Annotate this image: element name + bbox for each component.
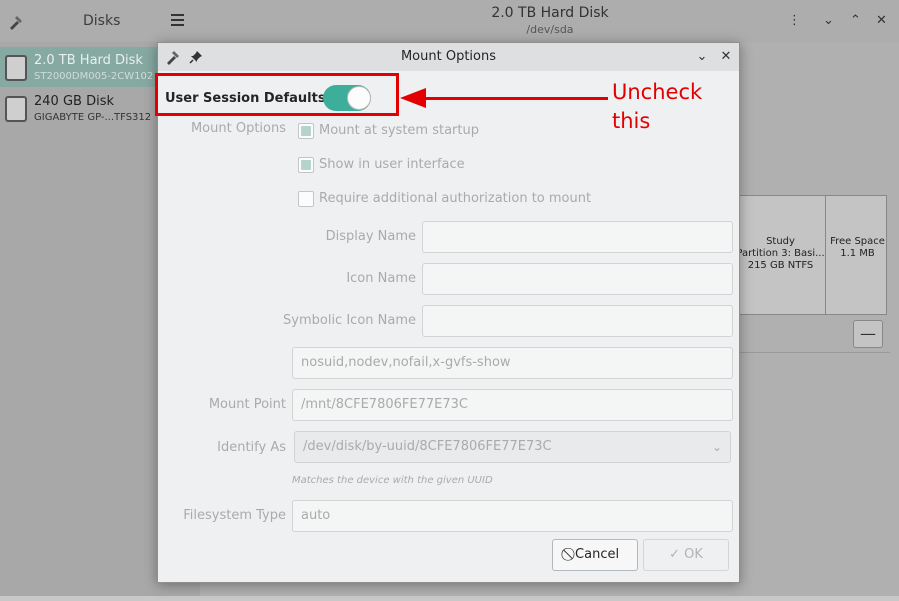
annotation-text: Uncheck this	[612, 80, 703, 133]
symbolic-icon-name-label: Symbolic Icon Name	[283, 313, 416, 328]
sidebar-title: Disks	[83, 13, 121, 29]
delete-partition-button[interactable]: —	[853, 320, 883, 348]
require-auth-checkbox[interactable]	[298, 191, 314, 207]
window-subtitle: /dev/sda	[526, 23, 574, 36]
disk-name: 2.0 TB Hard Disk	[34, 53, 143, 68]
partition-detail: 215 GB NTFS	[747, 260, 814, 271]
free-space-block[interactable]: Free Space 1.1 MB	[827, 196, 888, 314]
mount-options-label: Mount Options	[190, 121, 286, 136]
identify-as-label: Identify As	[217, 440, 286, 455]
require-auth-label: Require additional authorization to moun…	[319, 191, 592, 206]
minimize-icon[interactable]: ⌄	[692, 47, 712, 67]
maximize-icon[interactable]: ⌃	[850, 13, 861, 28]
mount-point-field[interactable]: /mnt/8CFE7806FE77E73C	[292, 389, 733, 421]
checkmark-icon: ✓	[669, 547, 680, 562]
dialog-titlebar: Mount Options ⌄ ✕	[158, 43, 739, 71]
show-in-ui-checkbox[interactable]	[298, 157, 314, 173]
annotation-highlight-box	[155, 73, 399, 116]
kebab-menu-icon[interactable]: ⋮	[788, 13, 801, 28]
bottom-strip	[0, 596, 899, 601]
mount-point-label: Mount Point	[208, 397, 286, 412]
partition-detail: Partition 3: Basi...	[736, 248, 825, 259]
partition-label: Study	[766, 236, 795, 247]
icon-name-label: Icon Name	[346, 271, 416, 286]
display-name-field[interactable]	[422, 221, 733, 253]
identify-as-hint: Matches the device with the given UUID	[292, 475, 493, 486]
mount-at-startup-checkbox[interactable]	[298, 123, 314, 139]
icon-name-field[interactable]	[422, 263, 733, 295]
disks-app-icon	[10, 16, 22, 30]
cancel-button[interactable]: ⃠ Cancel	[552, 539, 638, 571]
partition-block[interactable]: Study Partition 3: Basi... 215 GB NTFS	[736, 196, 826, 314]
annotation-arrow-line	[424, 97, 608, 100]
close-icon[interactable]: ✕	[876, 13, 887, 28]
cancel-button-label: Cancel	[575, 547, 620, 562]
ok-button-label: OK	[684, 547, 703, 562]
disk-model: ST2000DM005-2CW102	[34, 71, 154, 82]
show-in-ui-label: Show in user interface	[319, 157, 465, 172]
annotation-arrow-head	[400, 88, 426, 108]
identify-as-select[interactable]: /dev/disk/by-uuid/8CFE7806FE77E73C ⌄	[294, 431, 731, 463]
partition-label: Free Space	[830, 236, 885, 247]
partition-map: Study Partition 3: Basi... 215 GB NTFS F…	[735, 195, 887, 315]
hard-disk-icon	[5, 96, 27, 122]
filesystem-type-label: Filesystem Type	[183, 508, 286, 523]
hamburger-menu-icon[interactable]	[171, 14, 184, 26]
hard-disk-icon	[5, 55, 27, 81]
ok-button[interactable]: ✓ OK	[643, 539, 729, 571]
identify-as-value: /dev/disk/by-uuid/8CFE7806FE77E73C	[303, 439, 552, 454]
app-header: Disks 2.0 TB Hard Disk /dev/sda ⋮ ⌄ ⌃ ✕	[0, 0, 899, 42]
minimize-icon[interactable]: ⌄	[823, 13, 834, 28]
filesystem-type-field[interactable]: auto	[292, 500, 733, 532]
mount-at-startup-label: Mount at system startup	[319, 123, 479, 138]
disk-name: 240 GB Disk	[34, 94, 114, 109]
chevron-down-icon: ⌄	[711, 440, 722, 454]
window-title: 2.0 TB Hard Disk	[491, 5, 609, 21]
symbolic-icon-name-field[interactable]	[422, 305, 733, 337]
mount-options-field[interactable]: nosuid,nodev,nofail,x-gvfs-show	[292, 347, 733, 379]
display-name-label: Display Name	[325, 229, 416, 244]
partition-detail: 1.1 MB	[840, 248, 875, 259]
disk-model: GIGABYTE GP-...TFS312	[34, 112, 152, 123]
dialog-title: Mount Options	[400, 49, 497, 64]
close-icon[interactable]: ✕	[716, 47, 736, 67]
